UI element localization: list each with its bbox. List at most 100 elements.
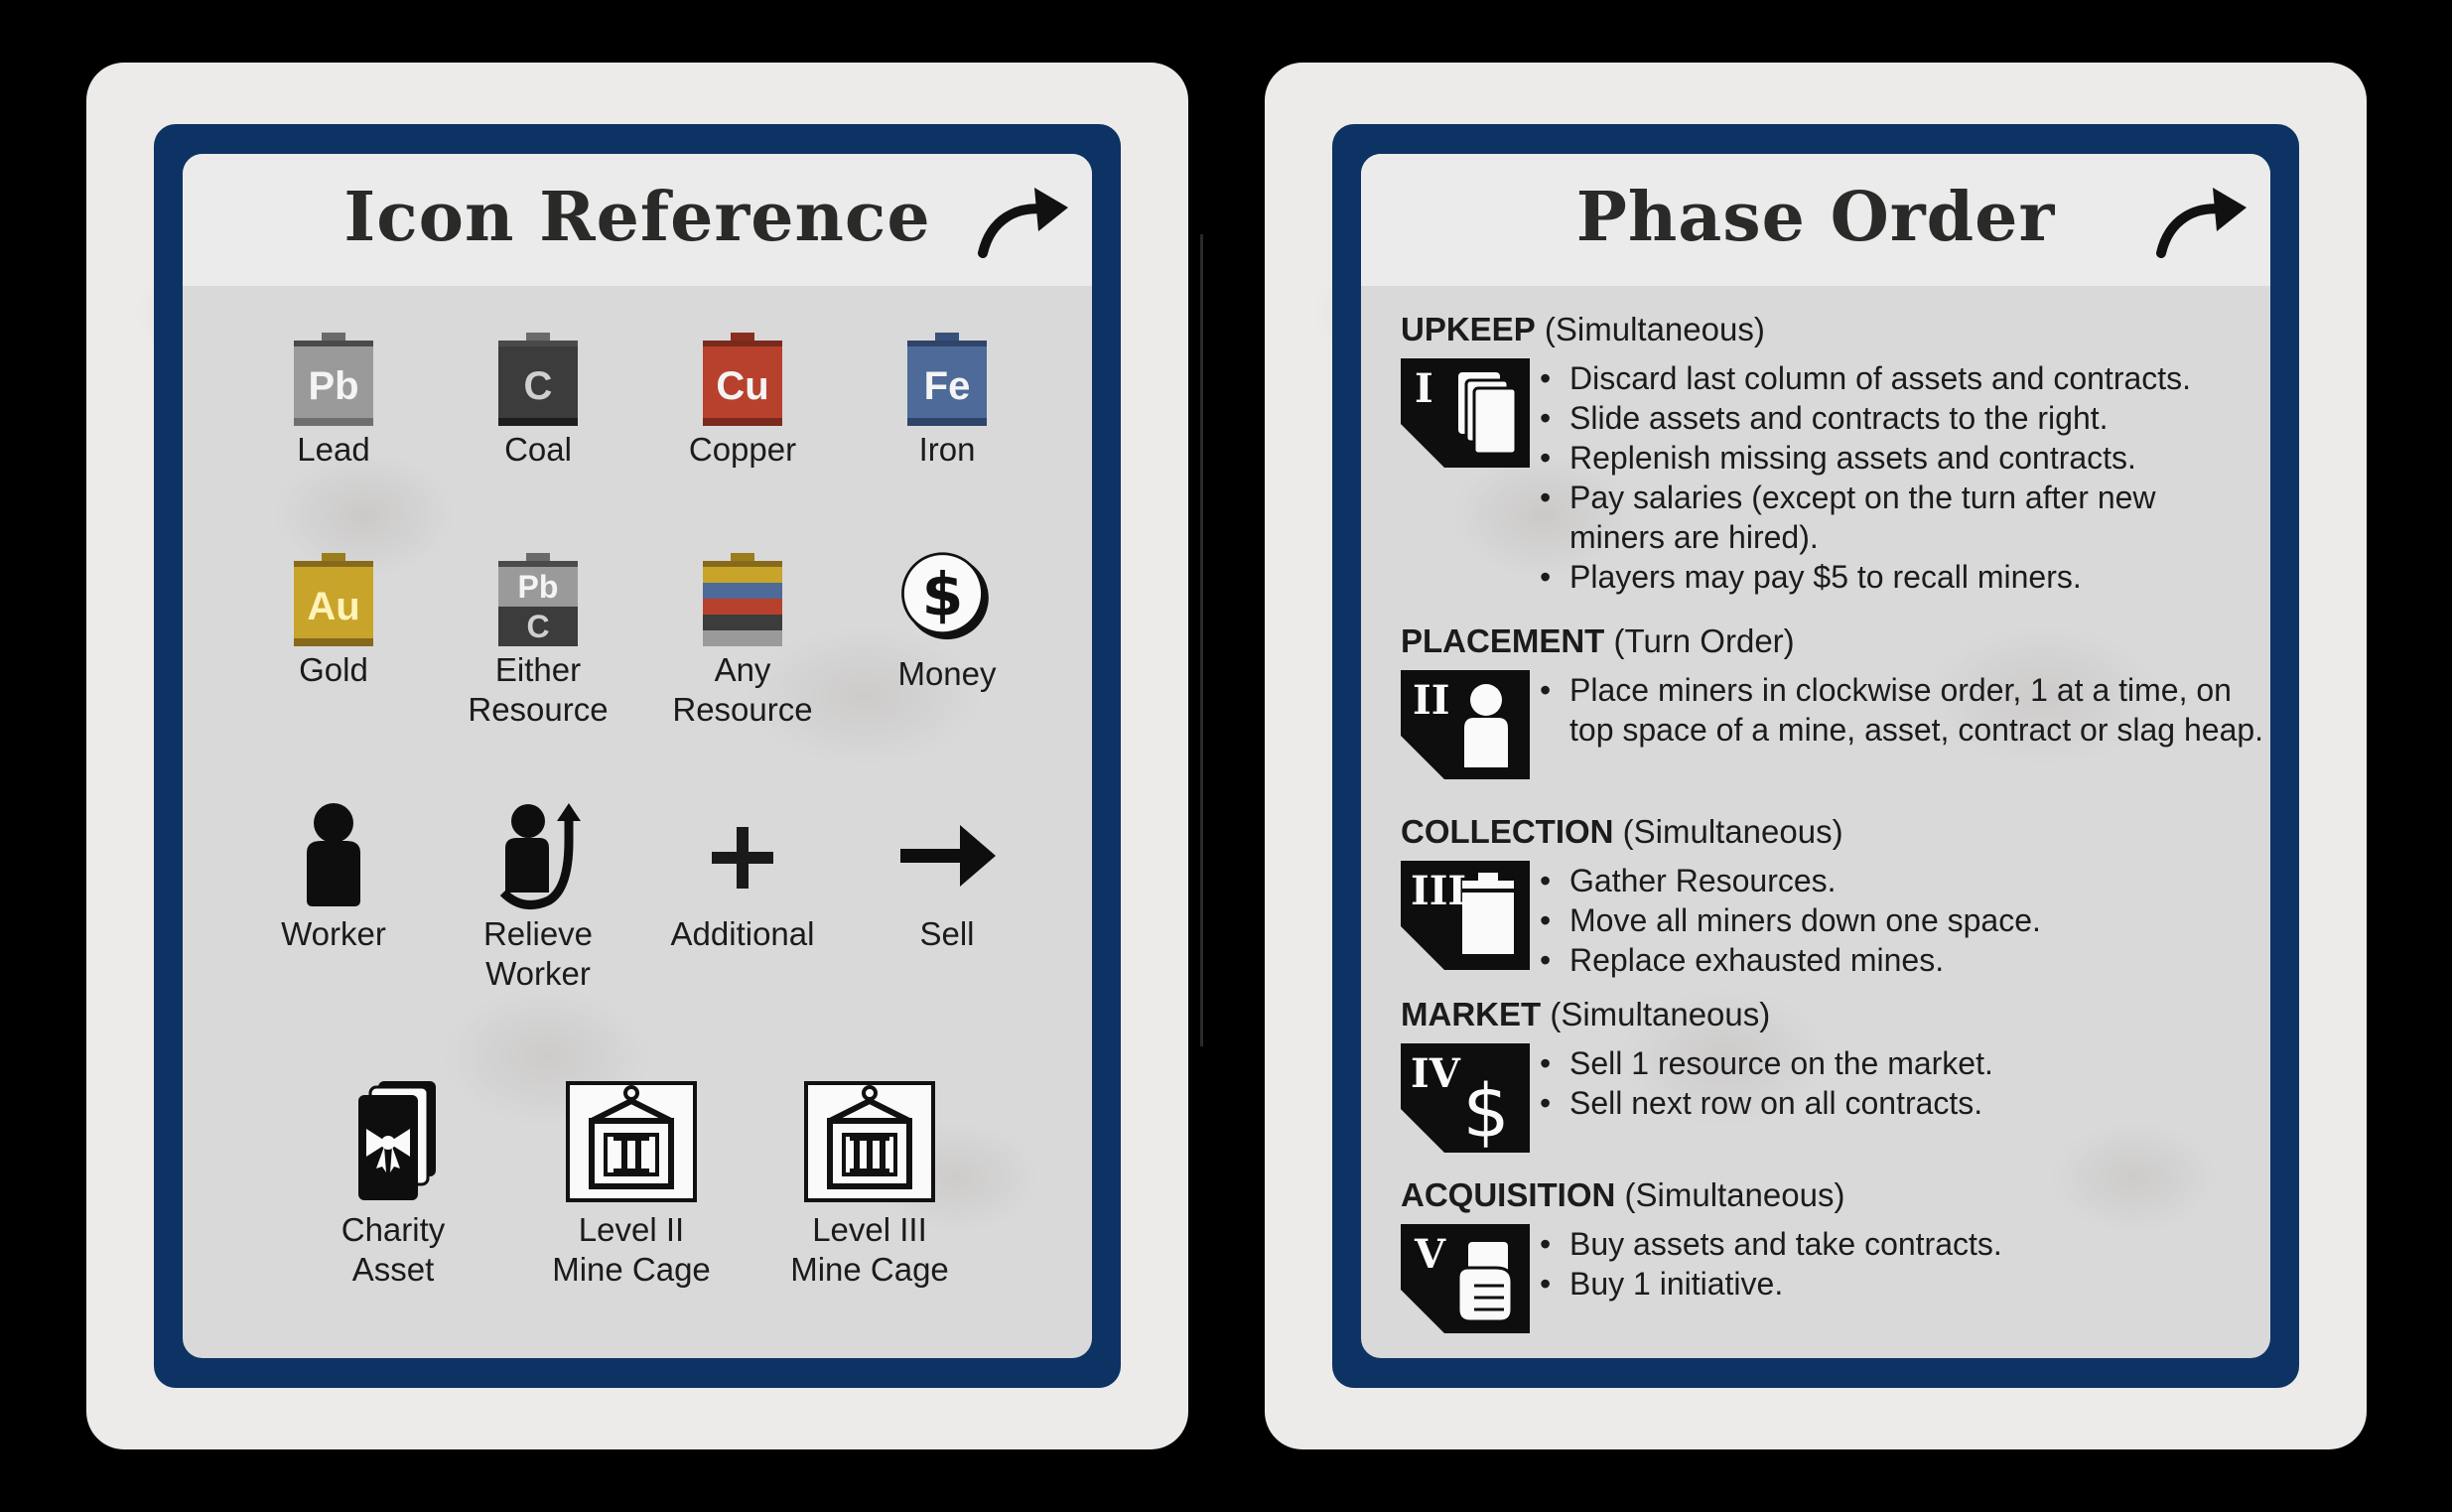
charity-asset-icon [358,1081,436,1200]
svg-text:IV: IV [1411,1050,1461,1097]
card-title: Phase Order [1575,178,2056,257]
phase-mode: (Simultaneous) [1550,996,1771,1032]
card-frame: Phase Order UPKEEP (Simultaneous) I Dis [1332,124,2299,1388]
any-resource-label-1: Any [714,651,771,688]
gold-icon: Au [294,553,373,646]
card-divider [1200,234,1203,1046]
acquisition-hand-icon: V [1401,1224,1530,1333]
gold-label: Gold [299,651,368,688]
sell-label: Sell [919,915,975,952]
level-3-cage-label-1: Level III [812,1211,927,1248]
lead-icon: Pb [294,333,373,426]
money-icon: $ [901,552,989,640]
turn-arrow-icon [2156,188,2247,258]
charity-asset-label-1: Charity [341,1211,446,1248]
collection-bullet: Gather Resources. [1540,861,2041,900]
svg-text:I: I [1415,365,1433,412]
charity-asset-cell: Charity Asset [294,1077,492,1290]
collection-bullet: Replace exhausted mines. [1540,940,2041,980]
phase-name: UPKEEP [1401,311,1536,347]
phase-mode: (Simultaneous) [1624,1176,1845,1213]
card-panel: Phase Order UPKEEP (Simultaneous) I Dis [1361,154,2270,1358]
plus-icon [712,827,773,889]
either-resource-cell: Pb C Either Resource [439,553,637,730]
coal-label: Coal [504,431,572,468]
sell-cell: Sell [848,801,1046,954]
lead-icon-cell: Pb Lead [234,333,433,470]
level-2-cage-label-1: Level II [578,1211,685,1248]
card-frame: Icon Reference Pb Lead C Coal Cu Copper … [154,124,1121,1388]
relieve-worker-label-1: Relieve [482,915,594,952]
phase-name: MARKET [1401,996,1542,1032]
placement-worker-icon: II [1401,670,1530,779]
level-2-cage-label-2: Mine Cage [552,1251,711,1288]
any-resource-label-2: Resource [672,691,813,728]
collection-resource-icon: III [1401,861,1530,970]
charity-asset-label-2: Asset [351,1251,435,1288]
phase-order-card: Phase Order UPKEEP (Simultaneous) I Dis [1265,63,2367,1449]
phase-market: MARKET (Simultaneous) IV $ Sell 1 resour… [1401,996,2254,1153]
upkeep-cards-icon: I [1401,358,1530,468]
level-3-cage-label-2: Mine Cage [790,1251,949,1288]
phase-name: PLACEMENT [1401,622,1605,659]
relieve-worker-cell: Relieve Worker [439,801,637,994]
worker-icon [307,803,360,906]
level-3-cage-icon [804,1081,935,1202]
either-resource-icon: Pb C [498,553,578,646]
worker-label: Worker [281,915,386,952]
either-resource-label-1: Either [494,651,582,688]
either-resource-label-2: Resource [468,691,609,728]
acquisition-bullet: Buy 1 initiative. [1540,1264,2002,1304]
market-bullet: Sell next row on all contracts. [1540,1083,1993,1123]
market-bullet: Sell 1 resource on the market. [1540,1043,1993,1083]
relieve-worker-icon [499,803,581,909]
phase-name: ACQUISITION [1401,1176,1616,1213]
acquisition-bullet: Buy assets and take contracts. [1540,1224,2002,1264]
phase-mode: (Simultaneous) [1544,311,1765,347]
iron-label: Iron [918,431,976,468]
svg-text:III: III [1411,868,1466,914]
phase-upkeep: UPKEEP (Simultaneous) I Discard last col… [1401,311,2254,597]
phase-acquisition: ACQUISITION (Simultaneous) V Buy assets … [1401,1176,2254,1333]
turn-arrow-icon [978,188,1068,258]
coal-icon: C [498,333,578,426]
additional-cell: Additional [643,801,842,954]
money-label: Money [897,655,997,692]
phase-mode: (Turn Order) [1613,622,1795,659]
svg-text:II: II [1413,677,1449,724]
iron-icon-cell: Fe Iron [848,333,1046,470]
gold-icon-cell: Au Gold [234,553,433,690]
any-resource-icon [703,553,782,646]
upkeep-bullet: Replenish missing assets and contracts. [1540,438,2245,478]
lead-label: Lead [297,431,370,468]
collection-bullet: Move all miners down one space. [1540,900,2041,940]
icon-reference-card: Icon Reference Pb Lead C Coal Cu Copper … [86,63,1188,1449]
upkeep-bullet: Pay salaries (except on the turn after n… [1540,478,2245,557]
money-cell: $ Money [848,551,1046,694]
upkeep-bullet: Players may pay $5 to recall miners. [1540,557,2245,597]
svg-text:$: $ [922,561,964,630]
relieve-worker-label-2: Worker [485,955,591,992]
svg-text:$: $ [1462,1069,1509,1153]
iron-icon: Fe [907,333,987,426]
phase-placement: PLACEMENT (Turn Order) II Place miners i… [1401,622,2263,779]
card-title: Icon Reference [343,178,931,257]
phase-name: COLLECTION [1401,813,1614,850]
sell-arrow-icon [900,825,996,887]
level-2-cage-cell: Level II Mine Cage [532,1077,731,1290]
market-money-icon: IV $ [1401,1043,1530,1153]
card-header: Phase Order [1361,154,2270,286]
coal-icon-cell: C Coal [439,333,637,470]
phase-mode: (Simultaneous) [1622,813,1843,850]
upkeep-bullet: Discard last column of assets and contra… [1540,358,2245,398]
copper-icon: Cu [703,333,782,426]
card-panel: Icon Reference Pb Lead C Coal Cu Copper … [183,154,1092,1358]
card-header: Icon Reference [183,154,1092,286]
svg-text:V: V [1414,1231,1446,1278]
level-3-cage-cell: Level III Mine Cage [770,1077,969,1290]
copper-label: Copper [688,431,797,468]
level-2-cage-icon [566,1081,697,1202]
placement-bullet: Place miners in clockwise order, 1 at a … [1540,670,2264,750]
upkeep-bullet: Slide assets and contracts to the right. [1540,398,2245,438]
any-resource-cell: Any Resource [643,553,842,730]
